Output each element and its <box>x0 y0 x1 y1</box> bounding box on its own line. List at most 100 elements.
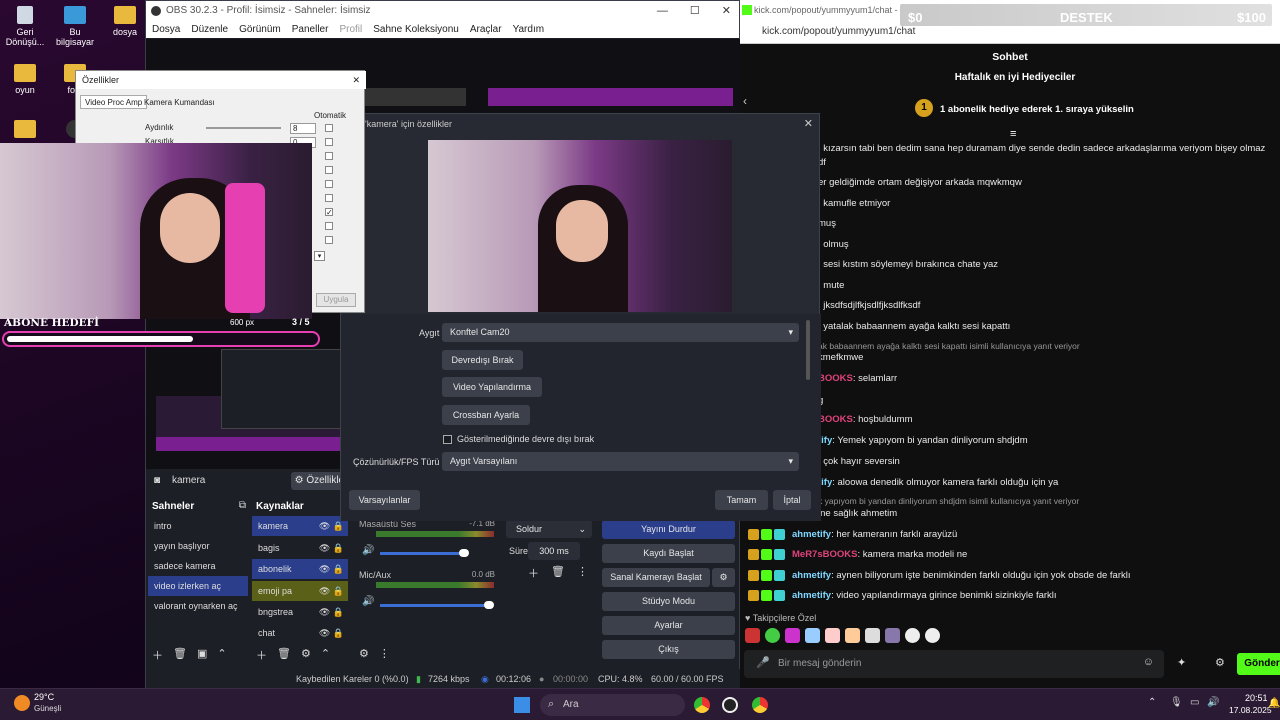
menu-duzenle[interactable]: Düzenle <box>191 21 228 38</box>
trash-icon[interactable]: 🗑 <box>277 647 291 663</box>
start-recording-button[interactable]: Kaydı Başlat <box>602 544 735 563</box>
scrollbar[interactable] <box>806 320 810 380</box>
volume-slider-handle[interactable] <box>484 601 494 609</box>
crossbar-button[interactable]: Crossbarı Ayarla <box>442 405 530 425</box>
points-icon[interactable]: ✦ <box>1177 656 1186 669</box>
chevron-up-icon[interactable]: ⌃ <box>1148 697 1156 708</box>
emote-icon[interactable] <box>745 628 760 643</box>
emoji-icon[interactable]: ☺ <box>1143 656 1154 668</box>
trash-icon[interactable]: 🗑 <box>551 565 565 581</box>
scene-item[interactable]: valorant oynarken aç <box>148 596 248 616</box>
studio-mode-button[interactable]: Stüdyo Modu <box>602 592 735 611</box>
notification-icon[interactable]: 🔔 <box>1268 698 1280 709</box>
folder-icon[interactable]: dosya <box>100 6 150 37</box>
more-icon[interactable]: ⋮ <box>379 647 390 660</box>
transition-select[interactable]: Soldur ⌄ <box>506 520 592 538</box>
close-icon[interactable]: ✕ <box>804 114 813 134</box>
add-icon[interactable]: ＋ <box>256 647 267 663</box>
dock-undock-icon[interactable]: ⧉ <box>239 500 246 511</box>
mic-icon[interactable]: 🎤 <box>756 656 770 669</box>
emote-icon[interactable] <box>845 628 860 643</box>
source-item[interactable]: chat 👁 🔒 <box>252 623 348 643</box>
speaker-icon[interactable]: 🔊 <box>362 545 374 556</box>
recycle-bin-icon[interactable]: Geri Dönüşü... <box>0 6 50 47</box>
auto-checkbox[interactable] <box>325 236 333 244</box>
brightness-value[interactable]: 8 <box>290 123 316 134</box>
chevron-up-icon[interactable]: ⌃ <box>321 647 330 663</box>
menu-gorunum[interactable]: Görünüm <box>239 21 281 38</box>
scene-item-selected[interactable]: video izlerken aç <box>148 576 248 596</box>
this-pc-icon[interactable]: Bu bilgisayar <box>50 6 100 47</box>
settings-button[interactable]: Ayarlar <box>602 616 735 635</box>
emote-icon[interactable] <box>805 628 820 643</box>
emote-icon[interactable] <box>885 628 900 643</box>
chevron-up-icon[interactable]: ⌃ <box>217 647 226 663</box>
weather-icon[interactable] <box>14 695 30 711</box>
close-icon[interactable]: ✕ <box>352 71 360 89</box>
chevron-left-icon[interactable]: ‹ <box>743 94 747 108</box>
deactivate-button[interactable]: Devredışı Bırak <box>442 350 523 370</box>
chat-username[interactable]: MeR7sBOOKS <box>792 549 857 560</box>
menu-paneller[interactable]: Paneller <box>292 21 329 38</box>
obs-icon[interactable] <box>722 697 738 713</box>
chat-input[interactable]: 🎤 Bir mesaj gönderin ☺ <box>744 650 1164 678</box>
start-virtual-cam-button[interactable]: Sanal Kamerayı Başlat <box>602 568 710 587</box>
collapse-icon[interactable]: ≡ <box>1010 128 1016 140</box>
source-item[interactable]: bagis 👁 🔒 <box>252 538 348 558</box>
menu-araclar[interactable]: Araçlar <box>470 21 502 38</box>
exit-button[interactable]: Çıkış <box>602 640 735 659</box>
speaker-icon[interactable]: 🔊 <box>362 596 374 607</box>
tab-kamera-kumandasi[interactable]: Kamera Kumandası <box>140 96 219 109</box>
folder-icon[interactable] <box>0 120 50 141</box>
scene-item[interactable]: sadece kamera <box>148 556 248 576</box>
mixer-settings-icon[interactable]: ⚙ <box>359 647 369 660</box>
virtual-cam-settings-icon[interactable]: ⚙ <box>712 568 735 587</box>
volume-slider-handle[interactable] <box>459 549 469 557</box>
auto-checkbox[interactable] <box>325 222 333 230</box>
chat-username[interactable]: BOOKS <box>818 414 853 425</box>
video-config-button[interactable]: Video Yapılandırma <box>442 377 542 397</box>
chat-username[interactable]: ahmetify <box>792 590 831 601</box>
add-icon[interactable]: ＋ <box>152 647 163 663</box>
chat-settings-icon[interactable]: ⚙ <box>1215 656 1225 669</box>
disable-when-hidden-checkbox[interactable] <box>443 435 452 444</box>
emote-icon[interactable] <box>865 628 880 643</box>
emote-icon[interactable] <box>785 628 800 643</box>
volume-slider[interactable] <box>380 604 492 607</box>
chrome-icon[interactable] <box>694 697 710 713</box>
chat-username[interactable]: BOOKS <box>818 373 853 384</box>
source-item-selected[interactable]: kamera 👁 🔒 <box>252 516 348 536</box>
scene-item[interactable]: yayın başlıyor <box>148 536 248 556</box>
dropdown-arrow-icon[interactable]: ▾ <box>314 251 325 261</box>
taskbar-search[interactable]: ⌕ Ara <box>540 694 685 716</box>
chrome-icon[interactable] <box>752 697 768 713</box>
resolution-select[interactable]: Aygıt Varsayılanı ▾ <box>442 452 799 471</box>
stop-stream-button[interactable]: Yayını Durdur <box>602 520 735 539</box>
emote-icon[interactable] <box>925 628 940 643</box>
brightness-slider[interactable] <box>206 127 281 129</box>
auto-checkbox[interactable] <box>325 194 333 202</box>
folder-icon[interactable]: oyun <box>0 64 50 95</box>
add-icon[interactable]: ＋ <box>528 565 539 581</box>
menu-dosya[interactable]: Dosya <box>152 21 180 38</box>
device-select[interactable]: Konftel Cam20 ▾ <box>442 323 799 342</box>
ok-button[interactable]: Tamam <box>715 490 768 510</box>
chat-username[interactable]: ahmetify <box>792 570 831 581</box>
tab-video-proc-amp[interactable]: Video Proc Amp <box>80 95 148 109</box>
more-icon[interactable]: ⋮ <box>577 565 588 581</box>
auto-checkbox[interactable] <box>325 166 333 174</box>
chat-username[interactable]: ahmetify <box>792 529 831 540</box>
auto-checkbox[interactable] <box>325 138 333 146</box>
send-button[interactable]: Gönder <box>1237 653 1280 675</box>
close-icon[interactable]: ✕ <box>722 1 731 21</box>
source-item[interactable]: bngstrea 👁 🔒 <box>252 602 348 622</box>
auto-checkbox-checked[interactable]: ✓ <box>325 208 333 217</box>
defaults-button[interactable]: Varsayılanlar <box>349 490 420 510</box>
display-icon[interactable]: ▭ <box>1190 697 1199 708</box>
auto-checkbox[interactable] <box>325 152 333 160</box>
source-item-selected[interactable]: abonelik 👁 🔒 <box>252 559 348 579</box>
source-item[interactable]: emoji pa 👁 🔒 <box>252 581 348 601</box>
maximize-icon[interactable]: ☐ <box>690 1 700 21</box>
emote-icon[interactable] <box>825 628 840 643</box>
auto-checkbox[interactable] <box>325 124 333 132</box>
